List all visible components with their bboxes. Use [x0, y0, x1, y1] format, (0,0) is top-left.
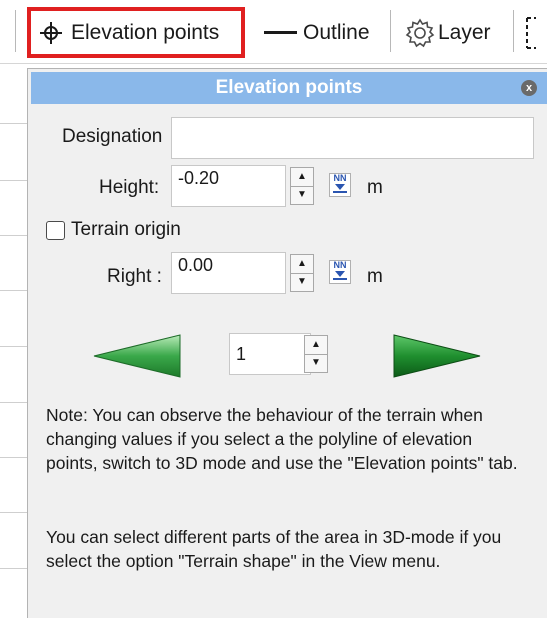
designation-field[interactable]: [171, 117, 534, 159]
outline-tool-button[interactable]: Outline: [264, 7, 370, 58]
point-index-spinner[interactable]: ▲ ▼: [304, 335, 328, 373]
toolbar: Elevation points Outline Layer: [0, 0, 547, 64]
previous-arrow-icon[interactable]: [92, 333, 182, 379]
toolbar-separator: [15, 10, 16, 52]
spin-down-icon[interactable]: ▼: [305, 353, 327, 373]
terrain-origin-checkbox[interactable]: [46, 221, 65, 240]
elevation-points-tool-label: Elevation points: [71, 20, 220, 44]
canvas-grid-line: [0, 346, 27, 347]
canvas-grid-line: [0, 180, 27, 181]
canvas-grid-line: [0, 457, 27, 458]
spin-up-icon[interactable]: ▲: [291, 168, 313, 186]
canvas-grid-line: [0, 235, 27, 236]
right-spinner[interactable]: ▲ ▼: [290, 254, 314, 292]
designation-label: Designation: [62, 126, 163, 147]
spin-up-icon[interactable]: ▲: [291, 255, 313, 273]
right-label: Right :: [107, 266, 162, 287]
crosshair-icon: [40, 21, 62, 44]
spin-down-icon[interactable]: ▼: [291, 272, 313, 292]
more-icon: [526, 16, 536, 49]
reference-level-icon[interactable]: NN: [329, 173, 351, 197]
canvas-grid-line: [0, 568, 27, 569]
close-icon[interactable]: x: [521, 80, 537, 96]
spin-down-icon[interactable]: ▼: [291, 185, 313, 205]
toolbar-separator: [390, 10, 391, 52]
next-arrow-icon[interactable]: [392, 333, 482, 379]
outline-tool-label: Outline: [303, 20, 370, 44]
canvas-grid-line: [0, 512, 27, 513]
terrain-origin-label: Terrain origin: [71, 219, 181, 240]
note-text: Note: You can observe the behaviour of t…: [46, 405, 518, 473]
elevation-points-panel: Elevation points x Designation Height: -…: [27, 68, 547, 618]
height-label: Height:: [99, 177, 160, 198]
app-window: Elevation points Outline Layer Elevation…: [0, 0, 547, 618]
layer-tool-label: Layer: [438, 20, 491, 44]
point-index-field[interactable]: 1: [229, 333, 311, 375]
note-text: You can select different parts of the ar…: [46, 527, 502, 571]
panel-title: Elevation points: [215, 77, 363, 98]
line-icon: [264, 31, 297, 34]
height-field[interactable]: -0.20: [171, 165, 286, 207]
reference-level-icon[interactable]: NN: [329, 260, 351, 284]
layer-tool-button[interactable]: Layer: [405, 7, 491, 58]
canvas-grid-line: [0, 402, 27, 403]
panel-title-bar: Elevation points x: [31, 72, 547, 104]
gear-icon: [405, 17, 435, 47]
height-spinner[interactable]: ▲ ▼: [290, 167, 314, 205]
more-tool-button[interactable]: [524, 7, 540, 58]
height-unit: m: [367, 177, 383, 198]
elevation-points-tool-button[interactable]: Elevation points: [27, 7, 245, 58]
canvas-grid-line: [0, 123, 27, 124]
spin-up-icon[interactable]: ▲: [305, 336, 327, 354]
canvas-grid-line: [0, 290, 27, 291]
toolbar-separator: [513, 10, 514, 52]
right-field[interactable]: 0.00: [171, 252, 286, 294]
right-unit: m: [367, 266, 383, 287]
